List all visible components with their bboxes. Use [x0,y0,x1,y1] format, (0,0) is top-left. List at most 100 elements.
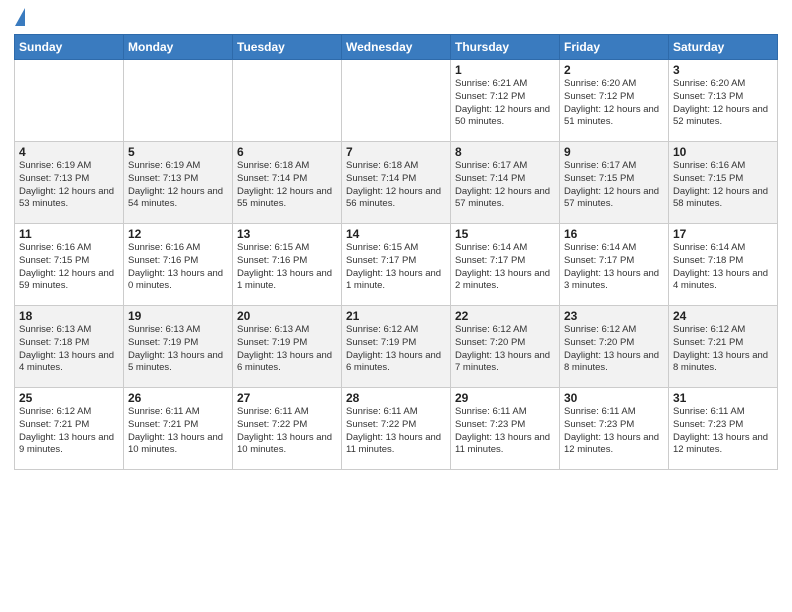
day-info: Sunrise: 6:14 AMSunset: 7:17 PMDaylight:… [455,242,555,293]
column-header-sunday: Sunday [15,35,124,60]
day-info: Sunrise: 6:20 AMSunset: 7:13 PMDaylight:… [673,78,773,129]
day-number: 28 [346,391,446,405]
day-number: 17 [673,227,773,241]
day-info: Sunrise: 6:16 AMSunset: 7:15 PMDaylight:… [19,242,119,293]
calendar-cell: 13Sunrise: 6:15 AMSunset: 7:16 PMDayligh… [233,224,342,306]
logo [14,10,25,26]
day-number: 2 [564,63,664,77]
calendar-cell: 18Sunrise: 6:13 AMSunset: 7:18 PMDayligh… [15,306,124,388]
day-info: Sunrise: 6:15 AMSunset: 7:16 PMDaylight:… [237,242,337,293]
day-info: Sunrise: 6:20 AMSunset: 7:12 PMDaylight:… [564,78,664,129]
day-info: Sunrise: 6:11 AMSunset: 7:23 PMDaylight:… [564,406,664,457]
calendar-cell [342,60,451,142]
calendar-cell: 17Sunrise: 6:14 AMSunset: 7:18 PMDayligh… [669,224,778,306]
calendar-cell: 8Sunrise: 6:17 AMSunset: 7:14 PMDaylight… [451,142,560,224]
calendar-cell: 2Sunrise: 6:20 AMSunset: 7:12 PMDaylight… [560,60,669,142]
day-number: 27 [237,391,337,405]
day-info: Sunrise: 6:11 AMSunset: 7:23 PMDaylight:… [673,406,773,457]
day-number: 25 [19,391,119,405]
day-info: Sunrise: 6:12 AMSunset: 7:20 PMDaylight:… [564,324,664,375]
column-header-tuesday: Tuesday [233,35,342,60]
calendar-header-row: SundayMondayTuesdayWednesdayThursdayFrid… [15,35,778,60]
calendar-cell: 11Sunrise: 6:16 AMSunset: 7:15 PMDayligh… [15,224,124,306]
day-info: Sunrise: 6:12 AMSunset: 7:19 PMDaylight:… [346,324,446,375]
calendar-cell: 12Sunrise: 6:16 AMSunset: 7:16 PMDayligh… [124,224,233,306]
calendar-cell: 1Sunrise: 6:21 AMSunset: 7:12 PMDaylight… [451,60,560,142]
day-number: 11 [19,227,119,241]
column-header-wednesday: Wednesday [342,35,451,60]
calendar-cell: 5Sunrise: 6:19 AMSunset: 7:13 PMDaylight… [124,142,233,224]
calendar-cell: 30Sunrise: 6:11 AMSunset: 7:23 PMDayligh… [560,388,669,470]
calendar-cell [233,60,342,142]
calendar-cell: 10Sunrise: 6:16 AMSunset: 7:15 PMDayligh… [669,142,778,224]
calendar-cell: 9Sunrise: 6:17 AMSunset: 7:15 PMDaylight… [560,142,669,224]
day-info: Sunrise: 6:14 AMSunset: 7:17 PMDaylight:… [564,242,664,293]
calendar-cell: 22Sunrise: 6:12 AMSunset: 7:20 PMDayligh… [451,306,560,388]
column-header-friday: Friday [560,35,669,60]
day-info: Sunrise: 6:14 AMSunset: 7:18 PMDaylight:… [673,242,773,293]
calendar-cell: 21Sunrise: 6:12 AMSunset: 7:19 PMDayligh… [342,306,451,388]
calendar-week-row: 18Sunrise: 6:13 AMSunset: 7:18 PMDayligh… [15,306,778,388]
day-number: 30 [564,391,664,405]
calendar-week-row: 25Sunrise: 6:12 AMSunset: 7:21 PMDayligh… [15,388,778,470]
day-info: Sunrise: 6:18 AMSunset: 7:14 PMDaylight:… [237,160,337,211]
day-info: Sunrise: 6:13 AMSunset: 7:19 PMDaylight:… [237,324,337,375]
day-number: 5 [128,145,228,159]
day-number: 18 [19,309,119,323]
day-info: Sunrise: 6:12 AMSunset: 7:21 PMDaylight:… [673,324,773,375]
day-number: 24 [673,309,773,323]
calendar-cell: 16Sunrise: 6:14 AMSunset: 7:17 PMDayligh… [560,224,669,306]
day-number: 14 [346,227,446,241]
calendar-cell: 20Sunrise: 6:13 AMSunset: 7:19 PMDayligh… [233,306,342,388]
day-number: 16 [564,227,664,241]
header [14,10,778,26]
calendar-week-row: 11Sunrise: 6:16 AMSunset: 7:15 PMDayligh… [15,224,778,306]
day-info: Sunrise: 6:15 AMSunset: 7:17 PMDaylight:… [346,242,446,293]
calendar-cell: 23Sunrise: 6:12 AMSunset: 7:20 PMDayligh… [560,306,669,388]
calendar-cell: 28Sunrise: 6:11 AMSunset: 7:22 PMDayligh… [342,388,451,470]
day-info: Sunrise: 6:21 AMSunset: 7:12 PMDaylight:… [455,78,555,129]
day-number: 7 [346,145,446,159]
day-number: 31 [673,391,773,405]
day-number: 21 [346,309,446,323]
day-number: 6 [237,145,337,159]
day-number: 15 [455,227,555,241]
calendar-cell: 25Sunrise: 6:12 AMSunset: 7:21 PMDayligh… [15,388,124,470]
calendar-week-row: 4Sunrise: 6:19 AMSunset: 7:13 PMDaylight… [15,142,778,224]
day-info: Sunrise: 6:16 AMSunset: 7:16 PMDaylight:… [128,242,228,293]
calendar-cell: 19Sunrise: 6:13 AMSunset: 7:19 PMDayligh… [124,306,233,388]
day-info: Sunrise: 6:19 AMSunset: 7:13 PMDaylight:… [128,160,228,211]
calendar-cell [15,60,124,142]
day-number: 20 [237,309,337,323]
day-number: 10 [673,145,773,159]
day-info: Sunrise: 6:11 AMSunset: 7:21 PMDaylight:… [128,406,228,457]
calendar-week-row: 1Sunrise: 6:21 AMSunset: 7:12 PMDaylight… [15,60,778,142]
day-number: 29 [455,391,555,405]
page: SundayMondayTuesdayWednesdayThursdayFrid… [0,0,792,612]
day-number: 3 [673,63,773,77]
calendar-cell: 14Sunrise: 6:15 AMSunset: 7:17 PMDayligh… [342,224,451,306]
day-info: Sunrise: 6:13 AMSunset: 7:18 PMDaylight:… [19,324,119,375]
logo-triangle-icon [15,8,25,26]
day-number: 23 [564,309,664,323]
day-number: 1 [455,63,555,77]
day-number: 12 [128,227,228,241]
day-number: 8 [455,145,555,159]
calendar-cell: 27Sunrise: 6:11 AMSunset: 7:22 PMDayligh… [233,388,342,470]
calendar-cell: 7Sunrise: 6:18 AMSunset: 7:14 PMDaylight… [342,142,451,224]
day-number: 9 [564,145,664,159]
day-info: Sunrise: 6:13 AMSunset: 7:19 PMDaylight:… [128,324,228,375]
column-header-thursday: Thursday [451,35,560,60]
calendar-cell: 31Sunrise: 6:11 AMSunset: 7:23 PMDayligh… [669,388,778,470]
day-info: Sunrise: 6:19 AMSunset: 7:13 PMDaylight:… [19,160,119,211]
day-info: Sunrise: 6:17 AMSunset: 7:14 PMDaylight:… [455,160,555,211]
calendar-cell: 6Sunrise: 6:18 AMSunset: 7:14 PMDaylight… [233,142,342,224]
calendar-cell: 4Sunrise: 6:19 AMSunset: 7:13 PMDaylight… [15,142,124,224]
day-info: Sunrise: 6:11 AMSunset: 7:22 PMDaylight:… [237,406,337,457]
day-number: 22 [455,309,555,323]
day-number: 4 [19,145,119,159]
calendar-table: SundayMondayTuesdayWednesdayThursdayFrid… [14,34,778,470]
day-info: Sunrise: 6:12 AMSunset: 7:21 PMDaylight:… [19,406,119,457]
day-info: Sunrise: 6:11 AMSunset: 7:23 PMDaylight:… [455,406,555,457]
calendar-cell: 15Sunrise: 6:14 AMSunset: 7:17 PMDayligh… [451,224,560,306]
